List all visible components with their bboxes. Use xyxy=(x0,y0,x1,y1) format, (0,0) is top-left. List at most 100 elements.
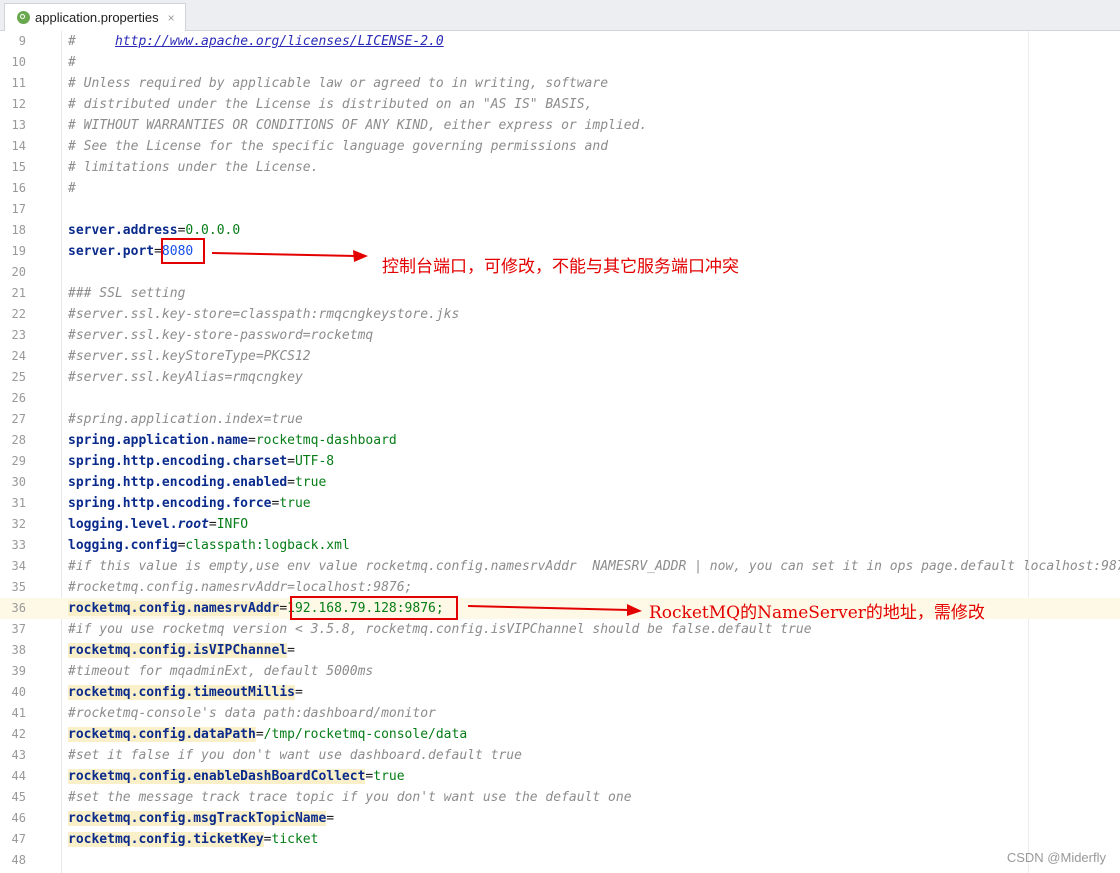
code-line[interactable]: 29 spring.http.encoding.charset=UTF-8 xyxy=(0,451,1120,472)
line-number: 37 xyxy=(11,622,26,636)
code-line[interactable]: 32 logging.level.root=INFO xyxy=(0,514,1120,535)
close-icon[interactable]: × xyxy=(168,11,175,25)
line-number: 14 xyxy=(11,139,26,153)
code-line[interactable]: 10 # xyxy=(0,52,1120,73)
line-number: 33 xyxy=(11,538,26,552)
code-line[interactable]: 15 # limitations under the License. xyxy=(0,157,1120,178)
line-code: server.address=0.0.0.0 xyxy=(68,220,240,241)
code-token: # xyxy=(68,34,115,49)
code-line[interactable]: 27 #spring.application.index=true xyxy=(0,409,1120,430)
code-line[interactable]: 26 xyxy=(0,388,1120,409)
line-code: logging.level.root=INFO xyxy=(68,514,248,535)
line-code: ### SSL setting xyxy=(68,283,185,304)
code-token: 0.0.0.0 xyxy=(185,223,241,238)
line-number: 46 xyxy=(11,811,26,825)
line-number: 36 xyxy=(11,601,26,615)
code-line[interactable]: 16 # xyxy=(0,178,1120,199)
code-token: # xyxy=(68,55,76,70)
line-number: 42 xyxy=(11,727,26,741)
code-line[interactable]: 33 logging.config=classpath:logback.xml xyxy=(0,535,1120,556)
code-line[interactable]: 40 rocketmq.config.timeoutMillis= xyxy=(0,682,1120,703)
code-line[interactable]: 48 xyxy=(0,850,1120,871)
code-token: = xyxy=(255,727,264,742)
line-code: rocketmq.config.ticketKey=ticket xyxy=(68,829,318,850)
watermark: CSDN @Miderfly xyxy=(1006,850,1106,865)
line-code: #rocketmq.config.namesrvAddr=localhost:9… xyxy=(68,577,412,598)
line-number: 34 xyxy=(11,559,26,573)
line-number: 43 xyxy=(11,748,26,762)
code-line[interactable]: 39 #timeout for mqadminExt, default 5000m… xyxy=(0,661,1120,682)
code-line[interactable]: 9 # http://www.apache.org/licenses/LICENS… xyxy=(0,31,1120,52)
code-token: true xyxy=(294,475,327,490)
line-number: 13 xyxy=(11,118,26,132)
line-number: 21 xyxy=(11,286,26,300)
code-line[interactable]: 28 spring.application.name=rocketmq-dashb… xyxy=(0,430,1120,451)
line-number: 10 xyxy=(11,55,26,69)
line-number: 28 xyxy=(11,433,26,447)
code-token: #server.ssl.key-store=classpath:rmqcngke… xyxy=(68,307,460,322)
code-token: = xyxy=(326,811,335,826)
code-token: INFO xyxy=(216,517,249,532)
code-token: http://www.apache.org/licenses/LICENSE-2… xyxy=(114,34,444,49)
code-line[interactable]: 14 # See the License for the specific lan… xyxy=(0,136,1120,157)
code-line[interactable]: 24 #server.ssl.keyStoreType=PKCS12 xyxy=(0,346,1120,367)
line-number: 40 xyxy=(11,685,26,699)
code-line[interactable]: 43 #set it false if you don't want use da… xyxy=(0,745,1120,766)
namesrv-value-highlight-box xyxy=(290,596,458,620)
code-line[interactable]: 17 xyxy=(0,199,1120,220)
code-line[interactable]: 44 rocketmq.config.enableDashBoardCollect… xyxy=(0,766,1120,787)
line-number: 26 xyxy=(11,391,26,405)
line-code: # WITHOUT WARRANTIES OR CONDITIONS OF AN… xyxy=(68,115,647,136)
code-line[interactable]: 25 #server.ssl.keyAlias=rmqcngkey xyxy=(0,367,1120,388)
code-token: # xyxy=(68,181,76,196)
line-number: 41 xyxy=(11,706,26,720)
code-token: true xyxy=(279,496,311,511)
code-line[interactable]: 11 # Unless required by applicable law or… xyxy=(0,73,1120,94)
code-line[interactable]: 35 #rocketmq.config.namesrvAddr=localhost… xyxy=(0,577,1120,598)
line-code: # Unless required by applicable law or a… xyxy=(68,73,608,94)
namesrv-arrow xyxy=(467,604,642,616)
code-token: spring.http.encoding.charset xyxy=(68,454,288,469)
code-token: # Unless required by applicable law or a… xyxy=(68,76,609,91)
code-line[interactable]: 46 rocketmq.config.msgTrackTopicName= xyxy=(0,808,1120,829)
code-line[interactable]: 12 # distributed under the License is dis… xyxy=(0,94,1120,115)
code-token: #rocketmq-console's data path:dashboard/… xyxy=(68,706,436,721)
code-line[interactable]: 21 ### SSL setting xyxy=(0,283,1120,304)
line-number: 15 xyxy=(11,160,26,174)
code-token: # distributed under the License is distr… xyxy=(68,97,593,112)
line-code: #set it false if you don't want use dash… xyxy=(68,745,522,766)
code-line[interactable]: 42 rocketmq.config.dataPath=/tmp/rocketmq… xyxy=(0,724,1120,745)
line-code: spring.http.encoding.enabled=true xyxy=(68,472,326,493)
code-line[interactable]: 45 #set the message track trace topic if … xyxy=(0,787,1120,808)
code-line[interactable]: 30 spring.http.encoding.enabled=true xyxy=(0,472,1120,493)
line-number: 11 xyxy=(11,76,26,90)
code-token: #server.ssl.keyAlias=rmqcngkey xyxy=(68,370,303,385)
line-code: rocketmq.config.dataPath=/tmp/rocketmq-c… xyxy=(68,724,467,745)
line-number: 12 xyxy=(11,97,26,111)
code-line[interactable]: 41 #rocketmq-console's data path:dashboar… xyxy=(0,703,1120,724)
code-token: #server.ssl.key-store-password=rocketmq xyxy=(68,328,374,343)
code-line[interactable]: 13 # WITHOUT WARRANTIES OR CONDITIONS OF … xyxy=(0,115,1120,136)
line-code: #if this value is empty,use env value ro… xyxy=(68,556,1120,577)
code-token: server.address xyxy=(68,223,178,238)
line-number: 22 xyxy=(11,307,26,321)
tab-application-properties[interactable]: application.properties × xyxy=(4,3,186,31)
code-token: #timeout for mqadminExt, default 5000ms xyxy=(68,664,374,679)
code-token: ticket xyxy=(271,832,319,847)
line-code: # limitations under the License. xyxy=(68,157,318,178)
code-token: UTF-8 xyxy=(294,454,335,469)
code-token: = xyxy=(287,643,295,658)
line-code: #server.ssl.key-store-password=rocketmq xyxy=(68,325,373,346)
line-code: #timeout for mqadminExt, default 5000ms xyxy=(68,661,373,682)
code-line[interactable]: 38 rocketmq.config.isVIPChannel= xyxy=(0,640,1120,661)
code-line[interactable]: 31 spring.http.encoding.force=true xyxy=(0,493,1120,514)
code-editor[interactable]: 9 # http://www.apache.org/licenses/LICENS… xyxy=(0,31,1120,873)
code-line[interactable]: 23 #server.ssl.key-store-password=rocketm… xyxy=(0,325,1120,346)
code-token: spring.http.encoding.force xyxy=(68,496,272,511)
port-arrow xyxy=(211,250,368,262)
code-token: = xyxy=(287,454,295,469)
code-line[interactable]: 22 #server.ssl.key-store=classpath:rmqcng… xyxy=(0,304,1120,325)
code-line[interactable]: 34 #if this value is empty,use env value … xyxy=(0,556,1120,577)
code-line[interactable]: 47 rocketmq.config.ticketKey=ticket xyxy=(0,829,1120,850)
code-token: = xyxy=(294,685,303,700)
